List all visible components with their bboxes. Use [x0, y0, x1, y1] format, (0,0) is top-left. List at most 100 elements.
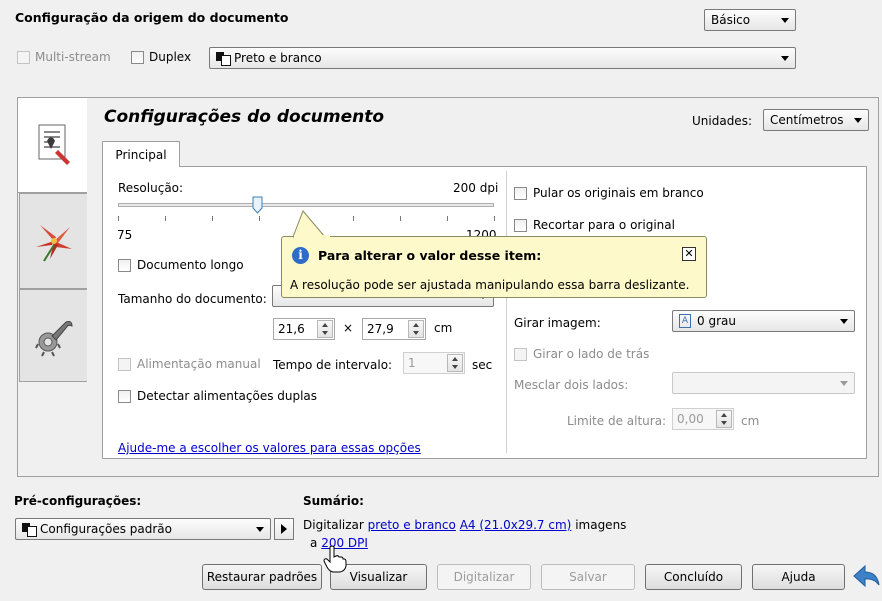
slider-tick [494, 216, 495, 221]
chevron-right-icon [281, 524, 287, 534]
chevron-down-icon [854, 117, 862, 123]
panel-title: Configurações do documento [104, 107, 385, 127]
resolution-tooltip: i Para alterar o valor desse item: ✕ A r… [281, 236, 707, 298]
source-config-title: Configuração da origem do documento [15, 10, 289, 25]
rotate-value: 0 grau [697, 314, 736, 328]
long-document-option[interactable]: Documento longo [118, 258, 244, 272]
interval-value: 1 [408, 356, 416, 370]
doc-height-value: 27,9 [367, 322, 394, 336]
tooltip-close-icon[interactable]: ✕ [682, 247, 696, 261]
help-choose-link[interactable]: Ajude-me a escolher os valores para essa… [118, 441, 421, 455]
crop-label: Recortar para o original [533, 218, 675, 232]
manual-feed-option[interactable]: Alimentação manual [118, 357, 261, 371]
color-mode-select[interactable]: Preto e branco [209, 47, 796, 69]
merge-select[interactable] [672, 372, 855, 394]
rotate-back-label: Girar o lado de trás [533, 347, 650, 361]
double-feed-option[interactable]: Detectar alimentações duplas [118, 389, 317, 403]
resolution-min-label: 75 [117, 228, 133, 242]
wrench-gear-icon [34, 320, 73, 356]
chevron-down-icon [781, 55, 789, 61]
long-document-checkbox[interactable] [118, 258, 131, 272]
tab-image-settings[interactable] [19, 193, 87, 289]
doc-width-value: 21,6 [278, 322, 305, 336]
double-feed-checkbox[interactable] [118, 389, 131, 403]
manual-feed-checkbox[interactable] [118, 357, 131, 371]
doc-width-stepper[interactable]: 21,6 [273, 318, 335, 340]
slider-tick [447, 216, 448, 221]
resolution-slider-thumb[interactable] [252, 196, 263, 214]
manual-feed-label: Alimentação manual [137, 357, 261, 371]
summary-color-link[interactable]: preto e branco [368, 518, 456, 532]
doc-height-spin-buttons[interactable] [408, 320, 424, 338]
duplex-label: Duplex [149, 50, 192, 64]
presets-value: Configurações padrão [40, 522, 172, 536]
chevron-down-icon [840, 380, 848, 386]
size-unit: cm [434, 321, 453, 335]
tab-device-settings[interactable] [19, 289, 87, 382]
slider-tick [259, 216, 260, 221]
back-arrow-icon[interactable] [852, 563, 880, 591]
tooltip-pointer [293, 210, 330, 238]
slider-tick [118, 216, 119, 221]
presets-menu-button[interactable] [274, 518, 294, 540]
interval-stepper[interactable]: 1 [403, 352, 465, 374]
interval-unit: sec [472, 358, 493, 372]
tooltip-body: A resolução pode ser ajustada manipuland… [290, 278, 690, 292]
tab-document-settings[interactable] [17, 97, 87, 193]
presets-select[interactable]: Configurações padrão [15, 518, 271, 540]
summary-mid: imagens [575, 518, 627, 532]
mode-select[interactable]: Básico [704, 9, 796, 31]
rotate-label: Girar imagem: [514, 316, 601, 330]
help-button[interactable]: Ajuda [752, 564, 845, 590]
info-icon: i [292, 247, 309, 264]
presets-label: Pré-configurações: [14, 494, 142, 508]
interval-label: Tempo de intervalo: [273, 358, 393, 372]
height-limit-value: 0,00 [677, 412, 704, 426]
duplex-checkbox[interactable] [131, 50, 144, 64]
resolution-slider-track[interactable] [118, 203, 494, 207]
rotate-select[interactable]: A 0 grau [672, 310, 855, 332]
crop-checkbox[interactable] [514, 218, 527, 232]
color-mode-value: Preto e branco [234, 51, 322, 65]
long-document-label: Documento longo [137, 258, 244, 272]
skip-blank-checkbox[interactable] [514, 186, 527, 200]
times-sign: × [343, 321, 354, 335]
multistream-checkbox[interactable] [17, 50, 30, 64]
duplex-option[interactable]: Duplex [131, 50, 191, 64]
units-select[interactable]: Centímetros [763, 109, 869, 131]
multistream-option[interactable]: Multi-stream [17, 50, 111, 64]
crop-option[interactable]: Recortar para o original [514, 218, 675, 232]
height-limit-stepper[interactable]: 0,00 [672, 408, 734, 430]
summary-line-1: Digitalizar preto e branco A4 (21.0x29.7… [303, 518, 626, 532]
interval-spin-buttons[interactable] [447, 354, 463, 372]
save-button[interactable]: Salvar [541, 564, 635, 590]
black-white-icon [216, 52, 231, 66]
rotate-back-option[interactable]: Girar o lado de trás [514, 347, 649, 361]
tab-principal-label: Principal [115, 147, 167, 162]
skip-blank-label: Pular os originais em branco [533, 186, 704, 200]
double-feed-label: Detectar alimentações duplas [137, 389, 318, 403]
rotate-page-icon: A [679, 314, 691, 328]
tab-principal[interactable]: Principal [102, 141, 180, 167]
units-label: Unidades: [692, 114, 752, 128]
units-value: Centímetros [770, 113, 844, 127]
height-limit-spin-buttons[interactable] [716, 410, 732, 428]
scan-button[interactable]: Digitalizar [437, 564, 531, 590]
tooltip-title: Para alterar o valor desse item: [318, 248, 542, 263]
done-button[interactable]: Concluído [645, 564, 742, 590]
slider-tick [212, 216, 213, 221]
slider-tick [400, 216, 401, 221]
summary-prefix: Digitalizar [303, 518, 364, 532]
summary-size-link[interactable]: A4 (21.0x29.7 cm) [460, 518, 572, 532]
doc-width-spin-buttons[interactable] [317, 320, 333, 338]
multistream-label: Multi-stream [35, 50, 111, 64]
rotate-back-checkbox[interactable] [514, 347, 527, 361]
doc-height-stepper[interactable]: 27,9 [362, 318, 426, 340]
resolution-value: 200 dpi [453, 181, 499, 195]
summary-label: Sumário: [303, 494, 364, 508]
mode-select-value: Básico [711, 13, 751, 27]
height-limit-label: Limite de altura: [567, 414, 667, 428]
restore-defaults-button[interactable]: Restaurar padrões [202, 564, 322, 590]
skip-blank-option[interactable]: Pular os originais em branco [514, 186, 704, 200]
chevron-down-icon [840, 318, 848, 324]
